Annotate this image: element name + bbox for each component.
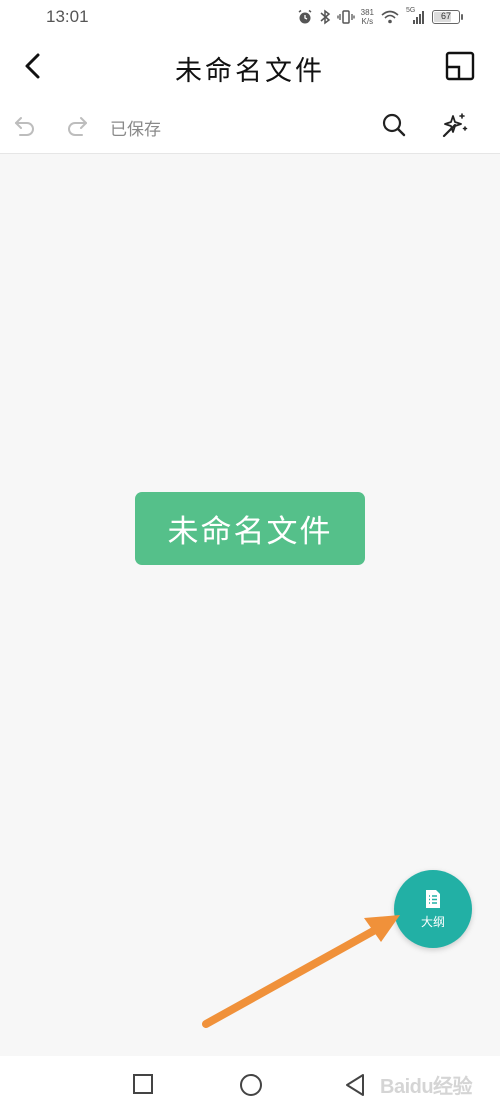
status-bar: 13:01 381 K/s 5G 67 bbox=[0, 0, 500, 36]
home-button[interactable] bbox=[238, 1072, 264, 1098]
theme-button[interactable] bbox=[440, 110, 470, 140]
recent-apps-button[interactable] bbox=[131, 1072, 155, 1096]
outline-label: 大纲 bbox=[420, 914, 445, 929]
battery-level: 67 bbox=[440, 11, 451, 21]
root-topic-node[interactable]: 未命名文件 bbox=[135, 492, 365, 565]
cellular-signal: 5G bbox=[406, 7, 426, 25]
layout-icon bbox=[445, 51, 475, 81]
battery-indicator: 67 bbox=[432, 10, 463, 24]
save-status: 已保存 bbox=[110, 120, 161, 140]
annotation-arrow bbox=[202, 915, 400, 1028]
alarm-icon bbox=[298, 9, 312, 24]
page-title: 未命名文件 bbox=[175, 56, 325, 87]
status-icons: 381 K/s 5G 67 bbox=[297, 6, 463, 28]
network-speed: 381 K/s bbox=[361, 8, 374, 26]
status-time: 13:01 bbox=[46, 7, 89, 26]
magic-wand-icon bbox=[442, 113, 468, 138]
redo-icon bbox=[68, 117, 87, 136]
undo-icon bbox=[15, 117, 34, 136]
wifi-icon bbox=[381, 10, 399, 24]
search-icon bbox=[382, 113, 406, 137]
document-list-icon bbox=[426, 889, 440, 908]
editor-toolbar: 已保存 bbox=[0, 96, 500, 154]
vibrate-icon bbox=[336, 10, 355, 24]
signal-icon bbox=[413, 11, 424, 24]
bluetooth-icon bbox=[320, 9, 330, 25]
layout-button[interactable] bbox=[444, 50, 476, 82]
title-bar: 未命名文件 bbox=[0, 36, 500, 96]
square-icon bbox=[133, 1074, 153, 1094]
undo-button[interactable] bbox=[12, 112, 38, 138]
redo-button[interactable] bbox=[64, 112, 90, 138]
circle-icon bbox=[240, 1074, 262, 1096]
watermark-text: Baidu经验 bbox=[380, 1076, 473, 1098]
triangle-back-icon bbox=[346, 1074, 364, 1096]
network-speed-unit: K/s bbox=[361, 17, 374, 26]
network-speed-value: 381 bbox=[360, 8, 374, 17]
system-back-button[interactable] bbox=[342, 1072, 368, 1098]
watermark: Baidu经验 bbox=[380, 1062, 490, 1102]
search-button[interactable] bbox=[380, 111, 408, 139]
